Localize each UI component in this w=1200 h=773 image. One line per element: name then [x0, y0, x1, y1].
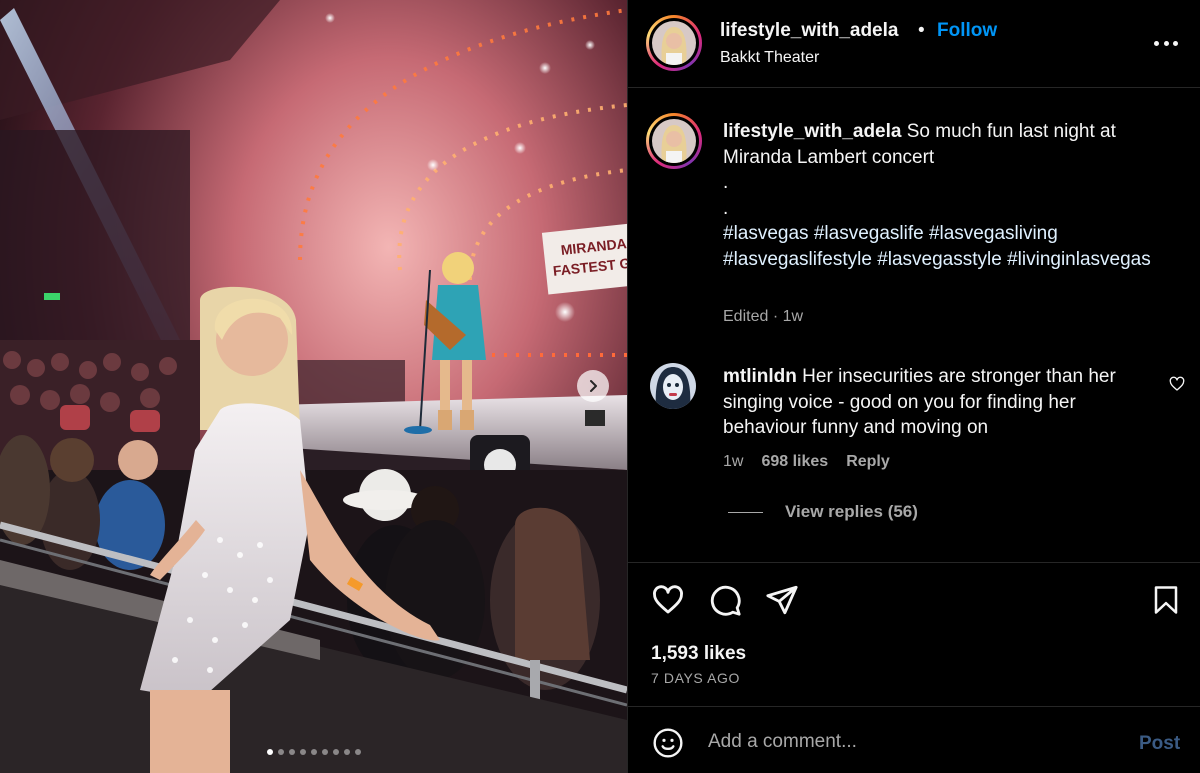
view-replies-button[interactable]: View replies (56)	[728, 502, 918, 522]
caption-username[interactable]: lifestyle_with_adela	[723, 121, 901, 142]
comment-input[interactable]	[708, 727, 1108, 757]
comment-username[interactable]: mtlinldn	[723, 366, 797, 387]
carousel-dot	[266, 749, 273, 755]
author-username[interactable]: lifestyle_with_adela	[720, 20, 898, 42]
carousel-dot	[310, 749, 317, 755]
post-date: 7 DAYS AGO	[651, 670, 740, 686]
post-side-panel: lifestyle_with_adela • Follow Bakkt Thea…	[627, 0, 1200, 773]
view-replies-label: View replies (56)	[785, 502, 918, 521]
carousel-dot	[332, 749, 339, 755]
avatar-image	[652, 21, 696, 65]
comment-likes[interactable]: 698 likes	[761, 453, 828, 471]
like-heart-icon[interactable]	[651, 583, 685, 617]
follow-button[interactable]: Follow	[937, 20, 997, 42]
caption-meta: Edited · 1w	[723, 308, 804, 325]
replies-divider	[728, 511, 763, 513]
carousel-dot	[343, 749, 350, 755]
emoji-smiley-icon[interactable]	[652, 727, 684, 759]
carousel-dot	[321, 749, 328, 755]
carousel-indicator	[0, 749, 627, 755]
post-comment-button[interactable]: Post	[1139, 733, 1180, 755]
post-header: lifestyle_with_adela • Follow Bakkt Thea…	[628, 0, 1200, 88]
author-avatar[interactable]	[646, 15, 702, 71]
comment-meta: 1w 698 likes Reply	[723, 453, 890, 471]
add-comment-bar: Post	[628, 706, 1200, 773]
post-caption: lifestyle_with_adela So much fun last ni…	[723, 119, 1183, 272]
comment-body: mtlinldn Her insecurities are stronger t…	[723, 364, 1143, 441]
carousel-dot	[299, 749, 306, 755]
caption-author-avatar[interactable]	[646, 113, 702, 169]
more-options-icon[interactable]	[1154, 33, 1178, 53]
carousel-dot	[277, 749, 284, 755]
comment-time: 1w	[723, 453, 744, 470]
separator-dot: •	[918, 20, 925, 41]
caption-dot: .	[723, 172, 729, 193]
chevron-right-icon	[590, 380, 597, 392]
save-bookmark-icon[interactable]	[1151, 583, 1181, 617]
commenter-avatar[interactable]	[650, 363, 696, 409]
comment-like-heart-icon[interactable]	[1169, 376, 1185, 392]
comment-bubble-icon[interactable]	[708, 583, 742, 617]
avatar-image	[652, 119, 696, 163]
carousel-next-button[interactable]	[577, 370, 609, 402]
post-actions: 1,593 likes 7 DAYS AGO	[628, 562, 1200, 706]
carousel-dot	[288, 749, 295, 755]
post-likes-count[interactable]: 1,593 likes	[651, 643, 746, 665]
post-photo[interactable]: MIRANDA FASTEST GI	[0, 0, 627, 773]
share-send-icon[interactable]	[765, 583, 799, 617]
concert-photo: MIRANDA FASTEST GI	[0, 0, 627, 773]
caption-hashtags[interactable]: #lasvegas #lasvegaslife #lasvegasliving …	[723, 221, 1183, 272]
caption-dot: .	[723, 197, 729, 219]
comment-reply-button[interactable]: Reply	[846, 453, 890, 471]
carousel-dot	[354, 749, 361, 755]
post-location[interactable]: Bakkt Theater	[720, 49, 819, 67]
